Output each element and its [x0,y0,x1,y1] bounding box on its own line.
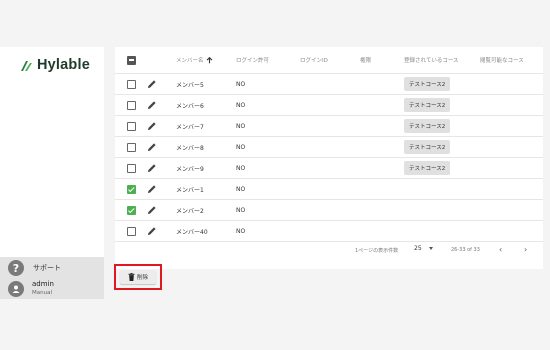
row-checkbox[interactable] [127,79,136,89]
table-row[interactable]: メンバー5 NO テストコース2 [115,74,543,95]
rows-per-page-label: 1ページの表示件数 [355,248,399,254]
delete-button[interactable]: 削除 [120,270,156,284]
user-role: Manual [32,290,52,296]
login-permission: NO [236,227,246,235]
chevron-right-icon[interactable]: › [524,245,527,254]
header-login-permission[interactable]: ログイン許可 [236,47,269,73]
table-row[interactable]: メンバー2 NO [115,200,543,221]
table-row[interactable]: メンバー1 NO [115,179,543,200]
logo-icon [21,61,32,71]
arrow-up-icon [206,56,212,63]
table-row[interactable]: メンバー6 NO テストコース2 [115,95,543,116]
pencil-icon[interactable] [147,163,157,173]
account-circle-icon [8,281,24,297]
row-checkbox[interactable] [127,184,136,194]
login-permission: NO [236,122,246,130]
logo[interactable]: Hylable [20,57,90,73]
pencil-icon[interactable] [147,100,157,110]
member-table-panel: メンバー名 ログイン許可 ログインID 権限 登録されているコース 閲覧可能なコ… [115,47,543,269]
header-registered-courses[interactable]: 登録されているコース [404,47,459,73]
pencil-icon[interactable] [147,79,157,89]
row-checkbox[interactable] [127,163,136,173]
login-permission: NO [236,143,246,151]
pencil-icon[interactable] [147,142,157,152]
trash-icon [128,273,135,281]
table-pagination: 1ページの表示件数 25 26-33 of 33 ‹ › [115,242,543,260]
header-name[interactable]: メンバー名 [176,47,213,73]
login-permission: NO [236,101,246,109]
sidebar-item-support[interactable]: ? サポート [0,257,104,279]
login-permission: NO [236,164,246,172]
rows-per-page-value: 25 [414,245,422,252]
pencil-icon[interactable] [147,184,157,194]
user-info: admin Manual [32,280,54,298]
login-permission: NO [236,206,246,214]
member-name: メンバー2 [176,207,204,215]
member-name: メンバー9 [176,165,204,173]
course-chip: テストコース2 [404,77,451,91]
logo-text: Hylable [37,57,90,73]
table-row[interactable]: メンバー8 NO テストコース2 [115,137,543,158]
select-all-checkbox[interactable] [127,55,136,65]
table-header: メンバー名 ログイン許可 ログインID 権限 登録されているコース 閲覧可能なコ… [115,47,543,74]
login-permission: NO [236,80,246,88]
page-range: 26-33 of 33 [451,247,480,253]
sidebar: Hylable ? サポート admin Manual [0,47,104,299]
course-chip: テストコース2 [404,140,451,154]
table-row[interactable]: メンバー7 NO テストコース2 [115,116,543,137]
row-checkbox[interactable] [127,142,136,152]
row-checkbox[interactable] [127,121,136,131]
help-circle-icon: ? [8,260,24,276]
member-name: メンバー7 [176,123,204,131]
rows-per-page-select[interactable]: 25 [414,245,433,252]
course-chip: テストコース2 [404,161,451,175]
sidebar-item-label: サポート [33,264,61,272]
member-name: メンバー1 [176,186,204,194]
member-name: メンバー5 [176,81,204,89]
pencil-icon[interactable] [147,205,157,215]
member-name: メンバー6 [176,102,204,110]
login-permission: NO [236,185,246,193]
sidebar-user[interactable]: admin Manual [0,279,104,299]
caret-down-icon [428,247,433,250]
table-row[interactable]: メンバー9 NO テストコース2 [115,158,543,179]
row-checkbox[interactable] [127,205,136,215]
top-bar [0,0,550,47]
course-chip: テストコース2 [404,98,451,112]
header-login-id[interactable]: ログインID [300,47,328,73]
pencil-icon[interactable] [147,226,157,236]
course-chip: テストコース2 [404,119,451,133]
user-name: admin [32,280,54,288]
member-name: メンバー8 [176,144,204,152]
header-role[interactable]: 権限 [360,47,371,73]
row-checkbox[interactable] [127,226,136,236]
header-public-courses[interactable]: 閲覧可能なコース [480,47,524,73]
member-name: メンバー40 [176,228,208,236]
delete-label: 削除 [136,275,148,281]
row-checkbox[interactable] [127,100,136,110]
table-row[interactable]: メンバー40 NO [115,221,543,242]
chevron-left-icon[interactable]: ‹ [499,245,502,254]
pencil-icon[interactable] [147,121,157,131]
